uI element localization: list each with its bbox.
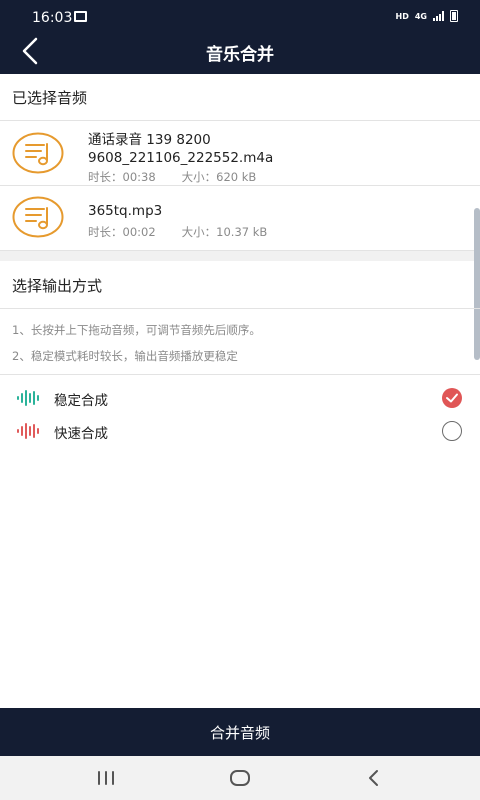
file-name-line2: 9608_221106_222552.m4a (88, 150, 274, 166)
file-meta: 时长：00:02 大小：10.37 kB (88, 224, 267, 240)
radio-checked-icon[interactable] (442, 388, 462, 408)
file-size: 大小：10.37 kB (181, 225, 268, 239)
section-gap (0, 251, 480, 261)
output-mode-header: 选择输出方式 (12, 276, 103, 295)
back-nav-icon[interactable] (362, 766, 386, 790)
selected-audio-header: 已选择音频 (12, 88, 88, 107)
merge-audio-button[interactable]: 合并音频 (0, 708, 480, 756)
option-fast-merge[interactable]: 快速合成 (0, 415, 480, 447)
file-meta: 时长：00:38 大小：620 kB (88, 169, 256, 185)
signal-icon (433, 11, 444, 21)
battery-icon (450, 10, 458, 22)
divider (0, 308, 480, 309)
file-name: 通话录音 139 8200 9608_221106_222552.m4a (88, 131, 273, 167)
file-duration: 时长：00:38 (88, 170, 156, 184)
option-label: 稳定合成 (54, 393, 108, 409)
sound-wave-icon (17, 423, 39, 439)
network-label: 4G (414, 11, 427, 21)
option-stable-merge[interactable]: 稳定合成 (0, 382, 480, 414)
sound-wave-icon (17, 390, 39, 406)
recent-apps-icon[interactable] (94, 766, 118, 790)
top-bar: 16:03 HD 4G 音乐合并 (0, 0, 480, 74)
gallery-icon (74, 11, 87, 22)
file-duration: 时长：00:02 (88, 225, 156, 239)
page-title: 音乐合并 (206, 45, 274, 65)
music-file-icon (12, 196, 64, 238)
audio-file-item[interactable]: 通话录音 139 8200 9608_221106_222552.m4a 时长：… (0, 121, 474, 185)
divider (0, 374, 480, 375)
file-name: 365tq.mp3 (88, 203, 163, 219)
status-time: 16:03 (32, 10, 73, 26)
hd-label: HD (395, 11, 409, 21)
home-icon[interactable] (228, 766, 252, 790)
file-name-line1: 通话录音 139 8200 (88, 132, 211, 148)
system-nav-bar (0, 756, 480, 800)
radio-unchecked-icon[interactable] (442, 421, 462, 441)
music-file-icon (12, 132, 64, 174)
option-label: 快速合成 (54, 426, 108, 442)
audio-file-item[interactable]: 365tq.mp3 时长：00:02 大小：10.37 kB (0, 186, 474, 250)
status-indicators: HD 4G (396, 10, 458, 22)
file-size: 大小：620 kB (181, 170, 257, 184)
hint-text: 1、长按并上下拖动音频，可调节音频先后顺序。 (12, 323, 261, 337)
checkmark-icon (446, 393, 458, 403)
hint-text: 2、稳定模式耗时较长，输出音频播放更稳定 (12, 349, 238, 363)
